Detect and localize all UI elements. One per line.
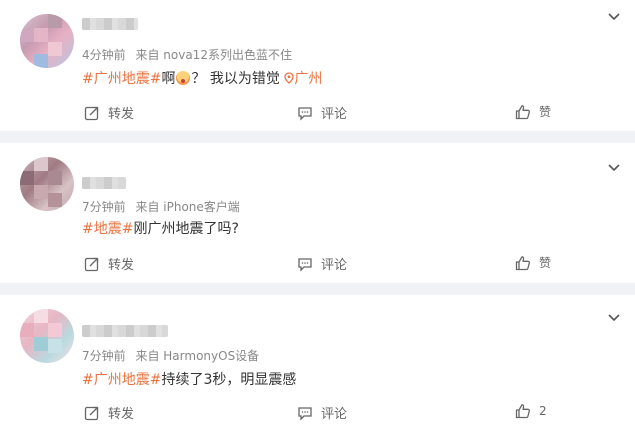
post-text: 刚广州地震了吗? bbox=[133, 221, 239, 237]
avatar[interactable] bbox=[20, 14, 74, 68]
topic-link[interactable]: #广州地震# bbox=[82, 372, 161, 388]
topic-link[interactable]: #广州地震# bbox=[82, 71, 161, 87]
chevron-down-icon[interactable] bbox=[607, 10, 621, 24]
comment-icon bbox=[298, 106, 312, 121]
repost-label: 转发 bbox=[108, 407, 135, 422]
location-link[interactable]: 广州 bbox=[284, 71, 322, 87]
repost-icon bbox=[84, 257, 99, 271]
like-button[interactable]: 2 bbox=[515, 403, 547, 419]
post-time[interactable]: 4分钟前 bbox=[82, 48, 126, 62]
post-actions: 转发 评论 2 bbox=[0, 403, 635, 423]
repost-icon bbox=[84, 106, 99, 120]
post-content: #广州地震#持续了3秒，明显震感 bbox=[82, 369, 296, 389]
post-content: #广州地震#啊 ？ 我以为错觉 广州 bbox=[82, 68, 322, 88]
location-pin-icon bbox=[284, 72, 295, 84]
like-label: 赞 bbox=[539, 105, 552, 119]
comment-icon bbox=[298, 406, 312, 421]
like-label: 赞 bbox=[539, 256, 552, 270]
surprised-emoji-icon bbox=[176, 71, 191, 85]
repost-icon bbox=[84, 406, 99, 420]
post-text: 持续了3秒，明显震感 bbox=[161, 372, 297, 388]
repost-label: 转发 bbox=[108, 258, 135, 273]
thumbs-up-icon bbox=[515, 255, 531, 270]
post-time[interactable]: 7分钟前 bbox=[82, 349, 126, 363]
repost-button[interactable]: 转发 bbox=[84, 103, 134, 122]
comment-label: 评论 bbox=[321, 258, 348, 273]
repost-button[interactable]: 转发 bbox=[84, 403, 134, 422]
thumbs-up-icon bbox=[515, 404, 531, 419]
repost-button[interactable]: 转发 bbox=[84, 254, 134, 273]
comment-icon bbox=[298, 257, 312, 272]
chevron-down-icon[interactable] bbox=[607, 311, 621, 325]
post-meta: 7分钟前 来自 iPhone客户端 bbox=[82, 198, 246, 215]
topic-link[interactable]: #地震# bbox=[82, 221, 133, 237]
like-button[interactable]: 赞 bbox=[515, 254, 551, 271]
post-time[interactable]: 7分钟前 bbox=[82, 200, 126, 214]
post-source: 来自 HarmonyOS设备 bbox=[135, 349, 260, 363]
comment-label: 评论 bbox=[321, 107, 348, 122]
chevron-down-icon[interactable] bbox=[607, 161, 621, 175]
post-card: 7分钟前 来自 iPhone客户端 #地震#刚广州地震了吗? 转发 评论 赞 bbox=[0, 143, 635, 283]
post-card: 4分钟前 来自 nova12系列出色蓝不住 #广州地震#啊？ 我以为错觉 广州 … bbox=[0, 0, 635, 131]
comment-label: 评论 bbox=[321, 407, 348, 422]
thumbs-up-icon bbox=[515, 104, 531, 119]
post-content: #地震#刚广州地震了吗? bbox=[82, 218, 239, 238]
username[interactable] bbox=[82, 325, 168, 337]
post-text: 啊 bbox=[161, 71, 176, 87]
like-button[interactable]: 赞 bbox=[515, 103, 551, 120]
avatar[interactable] bbox=[20, 309, 74, 363]
post-card: 7分钟前 来自 HarmonyOS设备 #广州地震#持续了3秒，明显震感 转发 … bbox=[0, 295, 635, 432]
username[interactable] bbox=[82, 177, 126, 189]
location-text: 广州 bbox=[294, 71, 323, 87]
post-source: 来自 iPhone客户端 bbox=[135, 200, 240, 214]
like-count: 2 bbox=[539, 404, 547, 418]
post-actions: 转发 评论 赞 bbox=[0, 103, 635, 123]
comment-button[interactable]: 评论 bbox=[297, 103, 347, 122]
repost-label: 转发 bbox=[108, 107, 135, 122]
comment-button[interactable]: 评论 bbox=[297, 403, 347, 422]
post-source: 来自 nova12系列出色蓝不住 bbox=[135, 48, 292, 62]
post-meta: 4分钟前 来自 nova12系列出色蓝不住 bbox=[82, 46, 298, 63]
post-text-2: ？ 我以为错觉 bbox=[191, 71, 280, 87]
username[interactable] bbox=[82, 18, 138, 30]
comment-button[interactable]: 评论 bbox=[297, 254, 347, 273]
post-actions: 转发 评论 赞 bbox=[0, 254, 635, 274]
post-meta: 7分钟前 来自 HarmonyOS设备 bbox=[82, 347, 265, 364]
avatar[interactable] bbox=[20, 157, 74, 211]
